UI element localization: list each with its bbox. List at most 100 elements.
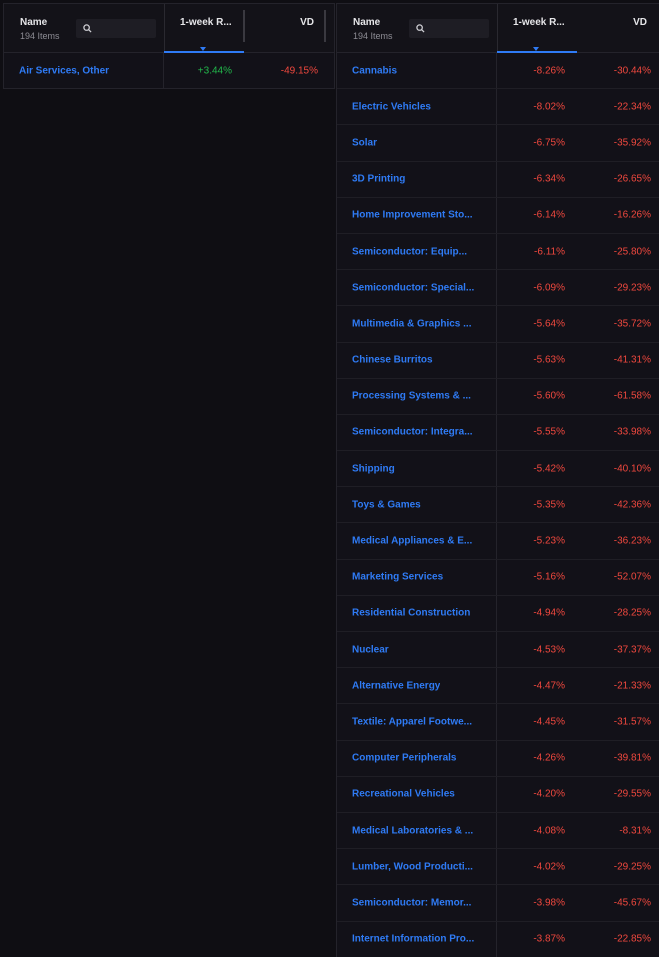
industry-link[interactable]: Electric Vehicles [352,101,431,112]
table-row[interactable]: Toys & Games -5.35% -42.36% [337,487,659,524]
table-row[interactable]: 3D Printing -6.34% -26.65% [337,161,659,198]
vd-value: -40.10% [613,463,651,475]
industry-link[interactable]: Chinese Burritos [352,355,433,366]
name-column-header[interactable]: Name 194 Items [4,4,165,52]
vd-value: -29.55% [613,788,651,800]
row-name-cell: Semiconductor: Special... [337,270,497,306]
table-row[interactable]: Air Services, Other +3.44% -49.15% [4,53,334,88]
vd-value: -33.98% [613,426,651,438]
industry-link[interactable]: Semiconductor: Memor... [352,897,471,908]
week-return-value: -5.16% [533,571,565,583]
table-row[interactable]: Recreational Vehicles -4.20% -29.55% [337,776,659,813]
industry-link[interactable]: Nuclear [352,644,389,655]
vd-column-title: VD [300,17,314,28]
week-return-value: -5.60% [533,390,565,402]
week-return-value: -8.26% [533,65,565,77]
row-name-cell: Recreational Vehicles [337,776,497,812]
row-name-cell: Medical Laboratories & ... [337,812,497,849]
industry-link[interactable]: Residential Construction [352,608,470,619]
table-row[interactable]: Medical Laboratories & ... -4.08% -8.31% [337,812,659,850]
industry-link[interactable]: Semiconductor: Integra... [352,427,473,438]
item-count: 194 Items [20,31,60,41]
industry-link[interactable]: Lumber, Wood Producti... [352,861,473,872]
name-column-title: Name [353,17,381,28]
industry-link[interactable]: Internet Information Pro... [352,934,474,945]
week-return-value: -4.08% [533,825,565,837]
table-row[interactable]: Residential Construction -4.94% -28.25% [337,595,659,632]
table-row[interactable]: Semiconductor: Memor... -3.98% -45.67% [337,885,659,922]
vd-value: -36.23% [613,535,651,547]
table-row[interactable]: Computer Peripherals -4.26% -39.81% [337,740,659,777]
vd-value: -16.26% [613,209,651,221]
row-name-cell: Chinese Burritos [337,342,497,378]
row-name-cell: Internet Information Pro... [337,921,497,957]
row-name-cell: Alternative Energy [337,668,497,704]
industry-link[interactable]: Medical Appliances & E... [352,536,472,547]
vd-value: -39.81% [613,752,651,764]
row-name-cell: Semiconductor: Integra... [337,414,497,451]
industry-link[interactable]: Cannabis [352,65,397,76]
vd-value: -22.34% [613,101,651,113]
row-name-cell: Lumber, Wood Producti... [337,849,497,885]
industry-link[interactable]: Computer Peripherals [352,753,456,764]
table-row[interactable]: Electric Vehicles -8.02% -22.34% [337,89,659,126]
vd-column-title: VD [633,17,647,28]
table-row[interactable]: Marketing Services -5.16% -52.07% [337,559,659,596]
table-row[interactable]: Textile: Apparel Footwe... -4.45% -31.57% [337,704,659,741]
vd-value: -28.25% [613,607,651,619]
table-row[interactable]: Processing Systems & ... -5.60% -61.58% [337,378,659,415]
search-input[interactable] [409,19,489,38]
table-row[interactable]: Semiconductor: Special... -6.09% -29.23% [337,270,659,307]
industry-link[interactable]: Semiconductor: Special... [352,282,474,293]
week-return-column-header[interactable]: 1-week R... [497,4,577,53]
industry-link[interactable]: Marketing Services [352,572,443,583]
table-row[interactable]: Cannabis -8.26% -30.44% [337,53,659,90]
item-count: 194 Items [353,31,393,41]
table-row[interactable]: Semiconductor: Integra... -5.55% -33.98% [337,414,659,452]
industry-link[interactable]: Shipping [352,463,395,474]
industry-link[interactable]: Home Improvement Sto... [352,210,473,221]
vd-value: -26.65% [613,173,651,185]
week-return-value: +3.44% [197,65,232,76]
table-row[interactable]: Alternative Energy -4.47% -21.33% [337,668,659,705]
table-row[interactable]: Nuclear -4.53% -37.37% [337,632,659,669]
table-row[interactable]: Chinese Burritos -5.63% -41.31% [337,342,659,379]
table-row[interactable]: Semiconductor: Equip... -6.11% -25.80% [337,233,659,271]
table-row[interactable]: Shipping -5.42% -40.10% [337,451,659,488]
week-return-value: -4.20% [533,788,565,800]
industry-link[interactable]: Medical Laboratories & ... [352,825,473,836]
week-return-value: -6.14% [533,209,565,221]
table-row[interactable]: Medical Appliances & E... -5.23% -36.23% [337,523,659,560]
table-header: Name 194 Items 1-week R... VD [337,4,659,53]
table-row[interactable]: Home Improvement Sto... -6.14% -16.26% [337,197,659,234]
table-row[interactable]: Multimedia & Graphics ... -5.64% -35.72% [337,306,659,343]
vd-value: -22.85% [613,933,651,945]
row-name-cell: Computer Peripherals [337,740,497,776]
row-name-cell: Cannabis [337,53,497,89]
week-return-value: -6.11% [534,246,565,258]
industry-link[interactable]: Processing Systems & ... [352,391,471,402]
vd-column-header[interactable]: VD [244,4,326,52]
week-return-column-header[interactable]: 1-week R... [164,4,245,53]
table-row[interactable]: Internet Information Pro... -3.87% -22.85% [337,921,659,957]
industry-link[interactable]: Alternative Energy [352,680,440,691]
industry-link[interactable]: Air Services, Other [19,65,109,76]
table-row[interactable]: Solar -6.75% -35.92% [337,125,659,162]
week-return-value: -3.98% [533,897,565,909]
industry-link[interactable]: Semiconductor: Equip... [352,246,467,257]
industry-link[interactable]: 3D Printing [352,174,405,185]
row-name-cell: Medical Appliances & E... [337,523,497,559]
name-column-header[interactable]: Name 194 Items [337,4,498,52]
industry-link[interactable]: Recreational Vehicles [352,789,455,800]
vd-value: -49.15% [280,65,318,76]
column-resize-handle[interactable] [324,10,326,42]
industry-link[interactable]: Toys & Games [352,499,421,510]
vd-value: -8.31% [619,825,651,837]
search-input[interactable] [76,19,156,38]
row-name-cell: Electric Vehicles [337,89,497,125]
industry-link[interactable]: Multimedia & Graphics ... [352,318,471,329]
industry-link[interactable]: Solar [352,137,377,148]
table-row[interactable]: Lumber, Wood Producti... -4.02% -29.25% [337,849,659,886]
vd-column-header[interactable]: VD [577,4,659,52]
industry-link[interactable]: Textile: Apparel Footwe... [352,716,472,727]
